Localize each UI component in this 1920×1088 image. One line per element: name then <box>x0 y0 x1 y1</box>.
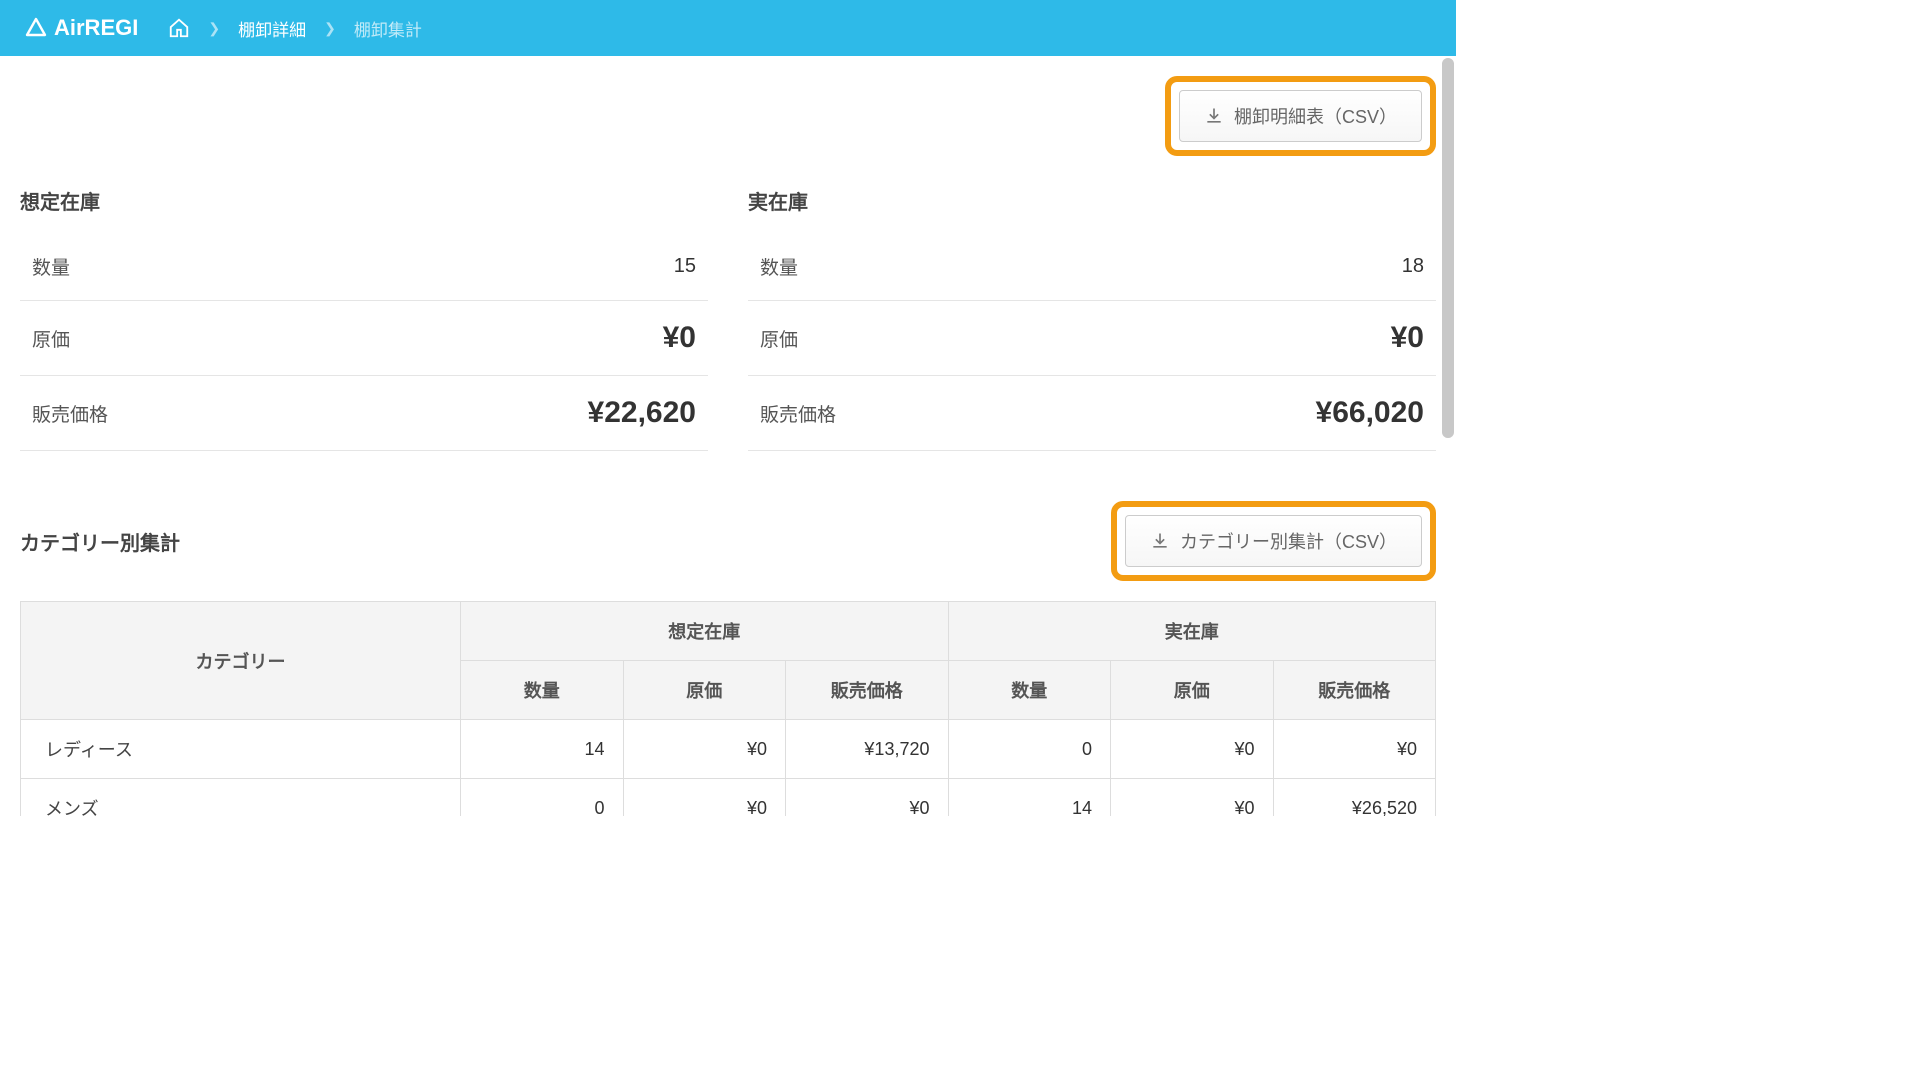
chevron-right-icon: ❯ <box>324 20 336 37</box>
expected-qty-row: 数量 15 <box>20 233 708 301</box>
cell-a-cost: ¥0 <box>1111 779 1274 817</box>
cell-e-cost: ¥0 <box>623 779 786 817</box>
category-section-header: カテゴリー別集計 カテゴリー別集計（CSV） <box>20 501 1436 581</box>
th-e-price: 販売価格 <box>786 661 949 720</box>
actual-cost-row: 原価 ¥0 <box>748 301 1436 376</box>
chevron-right-icon: ❯ <box>208 20 220 37</box>
logo-text: AirREGI <box>54 15 138 41</box>
expected-title: 想定在庫 <box>20 186 708 215</box>
download-icon <box>1150 531 1170 551</box>
category-section-title: カテゴリー別集計 <box>20 527 180 556</box>
cell-a-cost: ¥0 <box>1111 720 1274 779</box>
actual-qty-label: 数量 <box>760 253 798 280</box>
cell-e-qty: 14 <box>461 720 624 779</box>
logo-icon <box>24 16 48 40</box>
category-table: カテゴリー 想定在庫 実在庫 数量 原価 販売価格 数量 原価 販売価格 レディ… <box>20 601 1436 816</box>
cell-a-price: ¥0 <box>1273 720 1436 779</box>
download-icon <box>1204 106 1224 126</box>
highlight-category-csv: カテゴリー別集計（CSV） <box>1111 501 1436 581</box>
app-header: AirREGI ❯ 棚卸詳細 ❯ 棚卸集計 <box>0 0 1456 56</box>
expected-stock-col: 想定在庫 数量 15 原価 ¥0 販売価格 ¥22,620 <box>20 186 708 451</box>
cell-e-price: ¥13,720 <box>786 720 949 779</box>
cell-a-price: ¥26,520 <box>1273 779 1436 817</box>
th-expected: 想定在庫 <box>461 602 949 661</box>
cell-a-qty: 0 <box>948 720 1111 779</box>
cell-category: レディース <box>21 720 461 779</box>
actual-qty-row: 数量 18 <box>748 233 1436 301</box>
export-detail-csv-label: 棚卸明細表（CSV） <box>1234 103 1397 129</box>
expected-qty-value: 15 <box>674 255 696 278</box>
expected-cost-row: 原価 ¥0 <box>20 301 708 376</box>
actual-cost-label: 原価 <box>760 325 798 352</box>
main-content: 棚卸明細表（CSV） 想定在庫 数量 15 原価 ¥0 販売価格 ¥22,620… <box>0 56 1456 816</box>
scrollbar-thumb[interactable] <box>1442 58 1454 438</box>
th-a-qty: 数量 <box>948 661 1111 720</box>
expected-cost-label: 原価 <box>32 325 70 352</box>
th-a-cost: 原価 <box>1111 661 1274 720</box>
cell-e-qty: 0 <box>461 779 624 817</box>
export-category-csv-button[interactable]: カテゴリー別集計（CSV） <box>1125 515 1422 567</box>
actual-title: 実在庫 <box>748 186 1436 215</box>
breadcrumb-summary: 棚卸集計 <box>354 16 422 41</box>
top-actions: 棚卸明細表（CSV） <box>20 76 1436 156</box>
actual-price-row: 販売価格 ¥66,020 <box>748 376 1436 451</box>
export-category-csv-label: カテゴリー別集計（CSV） <box>1180 528 1397 554</box>
table-row: メンズ0¥0¥014¥0¥26,520 <box>21 779 1436 817</box>
breadcrumb-detail[interactable]: 棚卸詳細 <box>238 16 306 41</box>
actual-qty-value: 18 <box>1402 255 1424 278</box>
cell-e-price: ¥0 <box>786 779 949 817</box>
summary-grid: 想定在庫 数量 15 原価 ¥0 販売価格 ¥22,620 実在庫 数量 18 … <box>20 186 1436 451</box>
actual-price-value: ¥66,020 <box>1316 396 1424 430</box>
cell-category: メンズ <box>21 779 461 817</box>
expected-price-row: 販売価格 ¥22,620 <box>20 376 708 451</box>
actual-stock-col: 実在庫 数量 18 原価 ¥0 販売価格 ¥66,020 <box>748 186 1436 451</box>
expected-price-label: 販売価格 <box>32 400 108 427</box>
cell-a-qty: 14 <box>948 779 1111 817</box>
th-actual: 実在庫 <box>948 602 1436 661</box>
home-icon[interactable] <box>168 17 190 39</box>
export-detail-csv-button[interactable]: 棚卸明細表（CSV） <box>1179 90 1422 142</box>
app-logo: AirREGI <box>24 15 138 41</box>
th-e-cost: 原価 <box>623 661 786 720</box>
expected-price-value: ¥22,620 <box>588 396 696 430</box>
expected-cost-value: ¥0 <box>663 321 696 355</box>
table-row: レディース14¥0¥13,7200¥0¥0 <box>21 720 1436 779</box>
cell-e-cost: ¥0 <box>623 720 786 779</box>
actual-cost-value: ¥0 <box>1391 321 1424 355</box>
expected-qty-label: 数量 <box>32 253 70 280</box>
highlight-detail-csv: 棚卸明細表（CSV） <box>1165 76 1436 156</box>
th-a-price: 販売価格 <box>1273 661 1436 720</box>
th-e-qty: 数量 <box>461 661 624 720</box>
th-category: カテゴリー <box>21 602 461 720</box>
actual-price-label: 販売価格 <box>760 400 836 427</box>
breadcrumb: ❯ 棚卸詳細 ❯ 棚卸集計 <box>168 16 421 41</box>
scrollbar[interactable] <box>1442 58 1454 438</box>
